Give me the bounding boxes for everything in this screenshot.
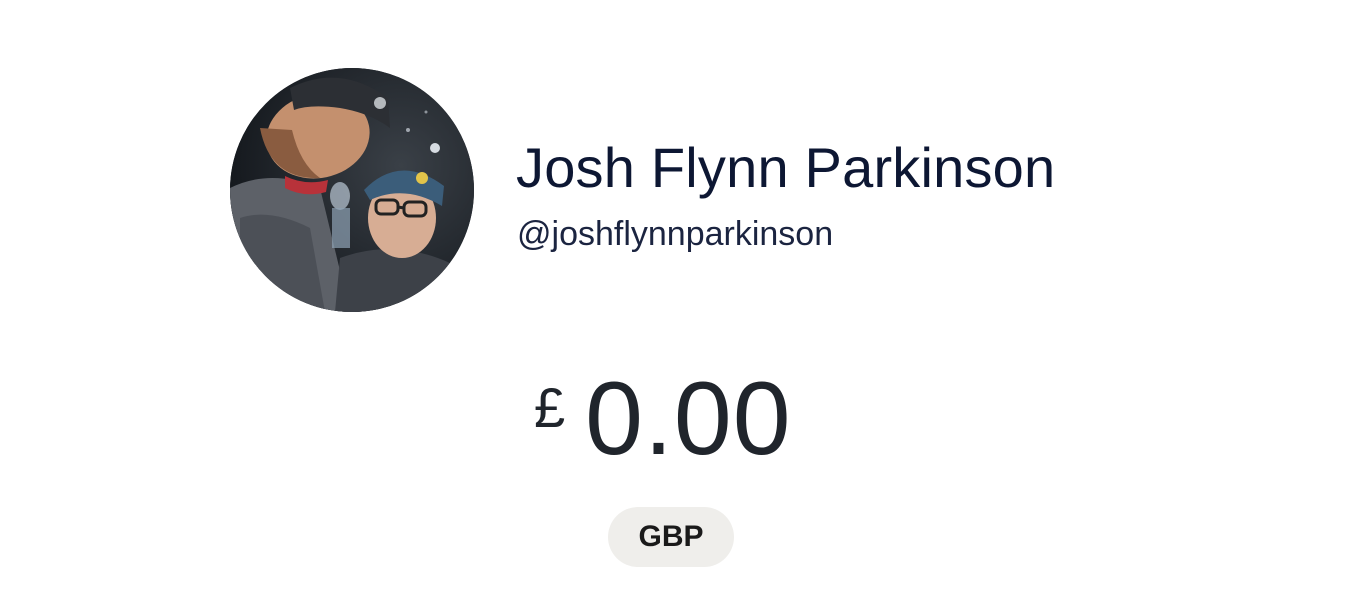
profile-name: Josh Flynn Parkinson	[516, 136, 1056, 199]
avatar[interactable]	[230, 68, 474, 312]
payment-profile-page: Josh Flynn Parkinson @joshflynnparkinson…	[0, 0, 1347, 600]
currency-code: GBP	[638, 520, 704, 553]
currency-symbol: £	[534, 376, 566, 439]
currency-selector-button[interactable]: GBP	[608, 507, 734, 567]
profile-handle: @joshflynnparkinson	[517, 215, 834, 253]
amount-value[interactable]: 0.00	[585, 364, 791, 474]
profile-photo-icon	[230, 68, 474, 312]
amount-display[interactable]: £ 0.00	[534, 364, 792, 474]
